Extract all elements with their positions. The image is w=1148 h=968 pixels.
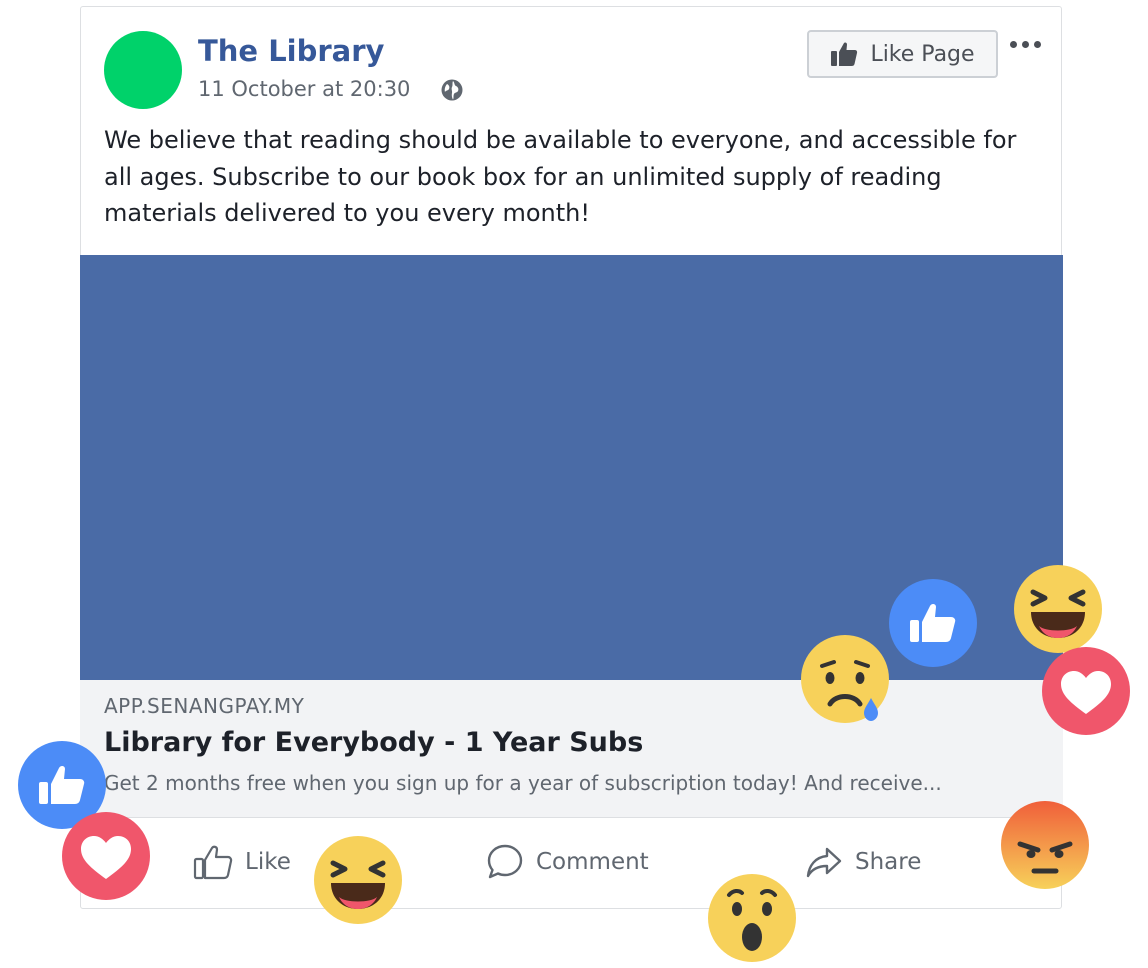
more-options-icon[interactable] [1010,33,1050,55]
like-label: Like [245,849,291,875]
haha-reaction-icon [313,835,403,925]
page-avatar[interactable] [104,31,182,109]
comment-bubble-icon [487,844,523,879]
like-reaction-icon [888,578,978,668]
link-title[interactable]: Library for Everybody - 1 Year Subs [104,727,643,758]
love-reaction-icon [1041,646,1131,736]
like-page-button[interactable]: Like Page [807,30,998,78]
sad-reaction-icon [800,634,890,724]
post-timestamp[interactable]: 11 October at 20:30 [198,77,410,101]
like-button[interactable]: Like [193,838,291,886]
haha-reaction-icon [1013,564,1103,654]
share-arrow-icon [806,847,842,878]
thumbs-up-icon [831,42,858,66]
link-description: Get 2 months free when you sign up for a… [104,771,942,795]
globe-icon [441,79,463,101]
comment-label: Comment [536,849,649,875]
link-domain: APP.SENANGPAY.MY [104,694,305,718]
thumbs-up-outline-icon [193,845,233,880]
love-reaction-icon [61,811,151,901]
wow-reaction-icon [707,873,797,963]
angry-reaction-icon [1000,800,1090,890]
comment-button[interactable]: Comment [486,838,649,886]
post-text: We believe that reading should be availa… [104,126,1017,227]
page-name-link[interactable]: The Library [198,34,384,68]
share-label: Share [855,849,922,875]
share-button[interactable]: Share [805,838,921,886]
like-page-label: Like Page [870,41,975,67]
